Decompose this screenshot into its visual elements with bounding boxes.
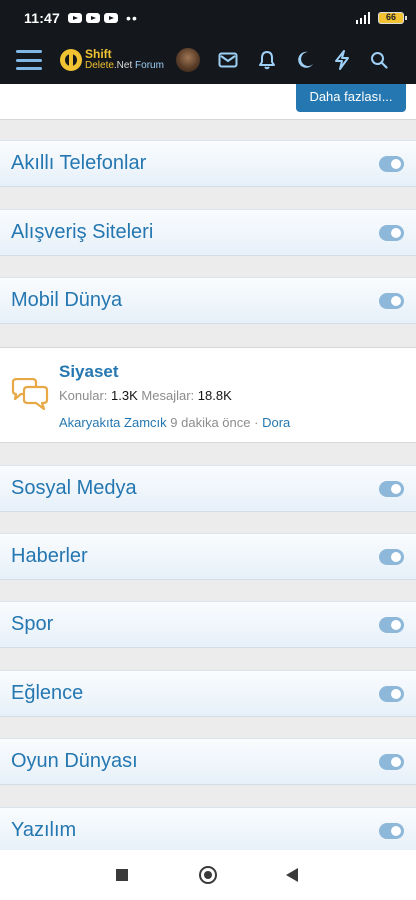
system-nav-bar — [0, 850, 416, 900]
menu-icon[interactable] — [16, 50, 42, 70]
signal-icon — [356, 12, 370, 24]
category-header[interactable]: Yazılım — [0, 807, 416, 850]
category-title[interactable]: Haberler — [11, 545, 88, 568]
category-title[interactable]: Eğlence — [11, 682, 83, 705]
bell-icon[interactable] — [258, 50, 276, 70]
app-header: Shift Delete.Net Forum — [0, 36, 416, 84]
collapse-toggle[interactable] — [379, 225, 404, 241]
moon-icon[interactable] — [296, 51, 314, 69]
status-time: 11:47 — [24, 10, 61, 26]
avatar[interactable] — [175, 48, 200, 72]
collapse-toggle[interactable] — [379, 686, 404, 702]
forum-node[interactable]: Siyaset Konular: 1.3K Mesajlar: 18.8K Ak… — [0, 347, 416, 443]
category-header[interactable]: Alışveriş Siteleri — [0, 209, 416, 256]
category-header[interactable]: Haberler — [0, 533, 416, 580]
node-title[interactable]: Siyaset — [59, 362, 119, 382]
search-icon[interactable] — [370, 51, 388, 69]
category-header[interactable]: Mobil Dünya — [0, 277, 416, 324]
status-bar: 11:47 •• 66 — [0, 0, 416, 36]
category-title[interactable]: Oyun Dünyası — [11, 750, 138, 773]
category-header[interactable]: Eğlence — [0, 670, 416, 717]
collapse-toggle[interactable] — [379, 156, 404, 172]
node-latest-post: Akaryakıta Zamcık 9 dakika önce · Dora — [59, 415, 291, 430]
more-button[interactable]: Daha fazlası... — [296, 84, 406, 112]
collapse-toggle[interactable] — [379, 293, 404, 309]
chat-bubbles-icon — [11, 378, 49, 411]
mail-icon[interactable] — [218, 52, 238, 68]
latest-time: 9 dakika önce — [170, 415, 251, 430]
recents-icon[interactable] — [116, 869, 128, 881]
category-title[interactable]: Alışveriş Siteleri — [11, 221, 153, 244]
category-header[interactable]: Spor — [0, 601, 416, 648]
more-strip: Daha fazlası... — [0, 84, 416, 120]
category-header[interactable]: Akıllı Telefonlar — [0, 140, 416, 187]
logo-top-text: Shift — [85, 47, 112, 61]
back-icon[interactable] — [286, 868, 298, 882]
category-title[interactable]: Mobil Dünya — [11, 289, 122, 312]
battery-icon: 66 — [378, 12, 407, 24]
collapse-toggle[interactable] — [379, 754, 404, 770]
collapse-toggle[interactable] — [379, 549, 404, 565]
bolt-icon[interactable] — [334, 50, 350, 70]
category-header[interactable]: Sosyal Medya — [0, 465, 416, 512]
collapse-toggle[interactable] — [379, 823, 404, 839]
logo-bottom-text: Delete.Net Forum — [85, 60, 164, 71]
latest-thread-link[interactable]: Akaryakıta Zamcık — [59, 415, 167, 430]
logo-mark-icon — [60, 49, 82, 71]
category-title[interactable]: Yazılım — [11, 819, 76, 842]
category-header[interactable]: Oyun Dünyası — [0, 738, 416, 785]
latest-user-link[interactable]: Dora — [262, 415, 290, 430]
youtube-icon — [86, 13, 101, 23]
forum-list[interactable]: Daha fazlası... Akıllı Telefonlar Alışve… — [0, 84, 416, 850]
collapse-toggle[interactable] — [379, 481, 404, 497]
category-title[interactable]: Sosyal Medya — [11, 477, 137, 500]
site-logo[interactable]: Shift Delete.Net Forum — [60, 47, 164, 71]
youtube-icon — [104, 13, 119, 23]
collapse-toggle[interactable] — [379, 617, 404, 633]
category-title[interactable]: Akıllı Telefonlar — [11, 152, 146, 175]
node-stats: Konular: 1.3K Mesajlar: 18.8K — [59, 388, 232, 403]
home-icon[interactable] — [199, 866, 217, 884]
youtube-icon — [68, 13, 83, 23]
more-notifications-indicator: •• — [126, 10, 138, 26]
category-title[interactable]: Spor — [11, 613, 53, 636]
